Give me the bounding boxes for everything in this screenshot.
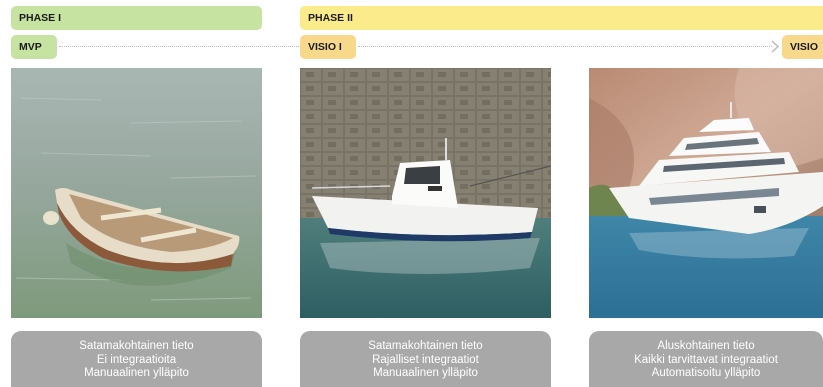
milestone-mvp-label: MVP (19, 41, 42, 53)
card-2-caption: Satamakohtainen tieto Rajalliset integra… (300, 331, 551, 387)
card-3-line-2: Kaikki tarvittavat integraatiot (634, 353, 778, 366)
card-2-line-1: Satamakohtainen tieto (368, 340, 483, 352)
phase-1-bar: PHASE I (11, 6, 262, 30)
card-2-line-3: Manuaalinen ylläpito (373, 367, 478, 379)
rowboat-image (11, 68, 262, 318)
milestone-mvp: MVP (11, 35, 57, 59)
milestone-visio-1: VISIO I (300, 35, 356, 59)
card-3-caption: Aluskohtainen tieto Kaikki tarvittavat i… (589, 331, 823, 387)
phase-2-bar: PHASE II (300, 6, 823, 30)
milestone-visio-2-label: VISIO (790, 41, 819, 53)
card-1-line-2: Ei integraatioita (96, 353, 177, 366)
milestone-visio-2: VISIO (782, 35, 823, 59)
card-1-caption: Satamakohtainen tieto Ei integraatioita … (11, 331, 262, 387)
timeline-connector-1 (59, 46, 299, 47)
card-3-line-1: Aluskohtainen tieto (657, 340, 755, 352)
phase-2-label: PHASE II (308, 12, 353, 24)
timeline-connector-2 (358, 46, 772, 47)
timeline-arrow-icon (770, 39, 780, 54)
card-1-line-1: Satamakohtainen tieto (79, 340, 194, 352)
card-2-line-2: Rajalliset integraatiot (372, 353, 479, 366)
card-1-line-3: Manuaalinen ylläpito (84, 367, 189, 379)
card-3-line-3: Automatisoitu ylläpito (651, 367, 761, 379)
yacht-image (589, 68, 823, 318)
phase-1-label: PHASE I (19, 12, 62, 24)
milestone-visio-1-label: VISIO I (308, 41, 342, 53)
motorboat-image (300, 68, 551, 318)
